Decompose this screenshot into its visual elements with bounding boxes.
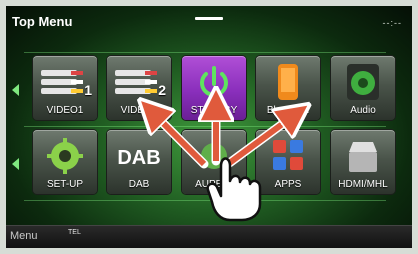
bottom-bar: Menu TEL	[6, 225, 412, 248]
top-menu-screen: Top Menu --:-- 1 VIDEO1 2 VIDEO2 Bluetoo…	[6, 6, 412, 248]
device-frame: Top Menu --:-- 1 VIDEO1 2 VIDEO2 Bluetoo…	[0, 0, 418, 254]
arrow-left-up-icon	[151, 111, 209, 169]
menu-button[interactable]: Menu	[10, 230, 38, 242]
arrow-right-up-icon	[223, 114, 296, 169]
tel-indicator: TEL	[68, 229, 81, 236]
hand-pointer-icon	[206, 157, 262, 222]
drag-gesture-overlay	[6, 6, 412, 222]
